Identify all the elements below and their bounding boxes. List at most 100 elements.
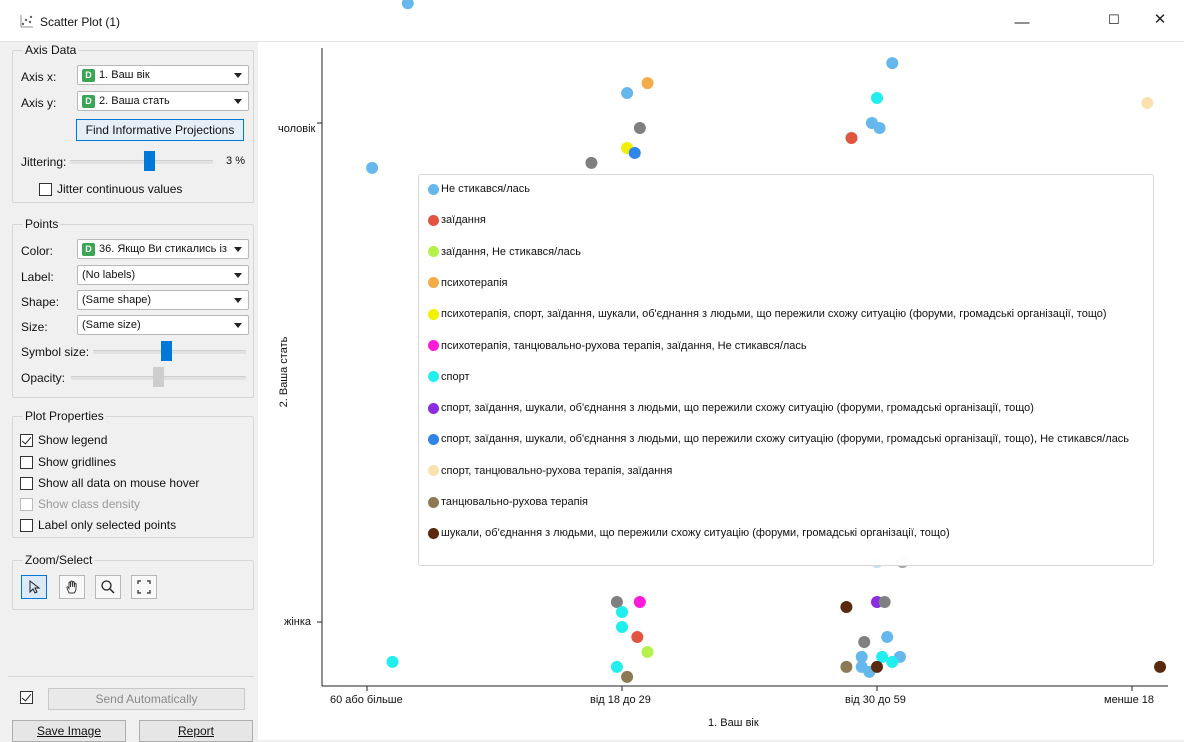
show-gridlines-checkbox[interactable]: Show gridlines	[20, 455, 116, 469]
discrete-icon: D	[82, 68, 95, 82]
checkbox-box[interactable]	[20, 518, 33, 532]
checkbox-box[interactable]	[20, 691, 33, 704]
show-gridlines-label: Show gridlines	[38, 455, 117, 469]
legend-item: спорт, танцювально-рухова терапія, заїда…	[428, 465, 672, 477]
points-title: Points	[23, 217, 61, 231]
jittering-slider-handle[interactable]	[144, 151, 155, 171]
legend-label: психотерапія, танцювально-рухова терапія…	[441, 339, 807, 352]
fit-icon	[137, 580, 151, 594]
legend-swatch	[428, 402, 439, 414]
legend-item: шукали, об'єднання з людьми, що пережили…	[428, 527, 950, 539]
legend-label: спорт, заїдання, шукали, об'єднання з лю…	[441, 433, 1130, 446]
label-combo[interactable]: (No labels)	[77, 265, 249, 285]
label-selected-label: Label only selected points	[38, 518, 177, 532]
legend-item: психотерапія, танцювально-рухова терапія…	[428, 340, 807, 352]
legend-swatch	[428, 433, 439, 445]
close-button[interactable]: ✕	[1142, 6, 1178, 32]
axis-y-value: 2. Ваша стать	[99, 95, 170, 107]
jitter-continuous-checkbox[interactable]: Jitter continuous values	[39, 182, 182, 196]
legend-label: заїдання, Не стикався/лась	[441, 245, 581, 258]
checkbox-box[interactable]	[39, 182, 52, 196]
legend-label: Не стикався/лась	[441, 183, 530, 195]
legend-swatch	[428, 340, 439, 351]
save-image-button[interactable]: Save Image	[12, 720, 126, 742]
legend-label: спорт, заїдання, шукали, об'єднання з лю…	[441, 402, 1034, 415]
legend-swatch	[428, 183, 439, 195]
legend: Не стикався/лась заїдання заїдання, Не сти…	[418, 174, 1154, 566]
opacity-slider-handle[interactable]	[153, 367, 164, 387]
checkbox-box[interactable]	[20, 455, 33, 469]
axis-y-label: Axis y:	[21, 96, 57, 110]
show-all-data-label: Show all data on mouse hover	[38, 476, 200, 490]
x-axis-title: 1. Ваш вік	[708, 717, 759, 729]
send-auto-checkbox[interactable]	[20, 691, 38, 704]
legend-label: психотерапія, спорт, заїдання, шукали, о…	[441, 308, 1107, 321]
chevron-down-icon	[234, 323, 242, 328]
label-value: (No labels)	[82, 269, 136, 281]
axis-y-combo[interactable]: D 2. Ваша стать	[77, 91, 249, 111]
legend-item: спорт, заїдання, шукали, об'єднання з лю…	[428, 402, 1034, 414]
y-axis-title: 2. Ваша стать	[278, 336, 290, 408]
send-automatically-button[interactable]: Send Automatically	[48, 688, 245, 710]
color-combo[interactable]: D 36. Якщо Ви стикались із	[77, 239, 249, 259]
jitter-continuous-label: Jitter continuous values	[57, 182, 183, 196]
legend-swatch	[428, 246, 439, 258]
fit-view-button[interactable]	[131, 575, 157, 599]
magnifier-icon	[101, 580, 115, 594]
show-all-data-checkbox[interactable]: Show all data on mouse hover	[20, 476, 199, 490]
legend-label: танцювально-рухова терапія	[441, 496, 589, 508]
axis-x-combo[interactable]: D 1. Ваш вік	[77, 65, 249, 85]
legend-swatch	[428, 371, 439, 383]
axis-x-value: 1. Ваш вік	[99, 69, 150, 81]
axis-data-group: Axis Data Axis x: D 1. Ваш вік Axis y: D…	[12, 43, 254, 203]
shape-value: (Same shape)	[82, 294, 152, 306]
hand-icon	[66, 580, 77, 594]
symbol-size-slider-handle[interactable]	[161, 341, 172, 361]
label-selected-checkbox[interactable]: Label only selected points	[20, 518, 176, 532]
jittering-slider[interactable]	[70, 160, 213, 164]
zoom-select-group: Zoom/Select	[12, 553, 254, 610]
label-label: Label:	[21, 270, 54, 284]
chevron-down-icon	[234, 99, 242, 104]
checkbox-box[interactable]	[20, 476, 33, 490]
legend-item: заїдання	[428, 214, 486, 226]
minimize-button[interactable]: —	[1002, 9, 1042, 35]
pan-tool-button[interactable]	[59, 575, 85, 599]
chevron-down-icon	[234, 73, 242, 78]
symbol-size-label: Symbol size:	[21, 345, 90, 359]
title-bar: Scatter Plot (1) — ☐ ✕	[0, 0, 1184, 42]
axis-x-label: Axis x:	[21, 70, 57, 84]
zoom-select-title: Zoom/Select	[23, 553, 95, 567]
y-tick-label: чоловік	[278, 123, 316, 135]
legend-item: спорт	[428, 371, 470, 383]
legend-item: психотерапія, спорт, заїдання, шукали, о…	[428, 308, 1107, 320]
pointer-tool-button[interactable]	[21, 575, 47, 599]
legend-label: заїдання	[441, 214, 486, 227]
checkbox-box[interactable]	[20, 433, 33, 447]
jittering-value: 3 %	[226, 155, 245, 167]
zoom-tool-button[interactable]	[95, 575, 121, 599]
legend-label: психотерапія	[441, 276, 508, 289]
size-value: (Same size)	[82, 319, 141, 331]
maximize-button[interactable]: ☐	[1094, 7, 1134, 33]
axis-data-title: Axis Data	[23, 43, 79, 57]
show-class-density-checkbox: Show class density	[20, 497, 140, 511]
show-legend-checkbox[interactable]: Show legend	[20, 433, 107, 447]
show-class-density-label: Show class density	[38, 497, 141, 511]
shape-combo[interactable]: (Same shape)	[77, 290, 249, 310]
checkbox-box	[20, 497, 33, 511]
plot-properties-title: Plot Properties	[23, 409, 106, 423]
discrete-icon: D	[82, 242, 95, 256]
show-legend-label: Show legend	[38, 433, 108, 447]
x-tick-label: менше 18	[1104, 694, 1154, 706]
color-value: 36. Якщо Ви стикались із	[99, 243, 227, 255]
report-button[interactable]: Report	[139, 720, 253, 742]
find-informative-projections-button[interactable]: Find Informative Projections	[76, 119, 244, 141]
legend-swatch	[428, 308, 439, 320]
legend-item: спорт, заїдання, шукали, об'єднання з лю…	[428, 433, 1129, 445]
scatter-plot-icon	[20, 15, 33, 28]
legend-item: заїдання, Не стикався/лась	[428, 246, 581, 258]
legend-swatch	[428, 214, 439, 226]
bottom-divider	[8, 676, 254, 677]
size-combo[interactable]: (Same size)	[77, 315, 249, 335]
